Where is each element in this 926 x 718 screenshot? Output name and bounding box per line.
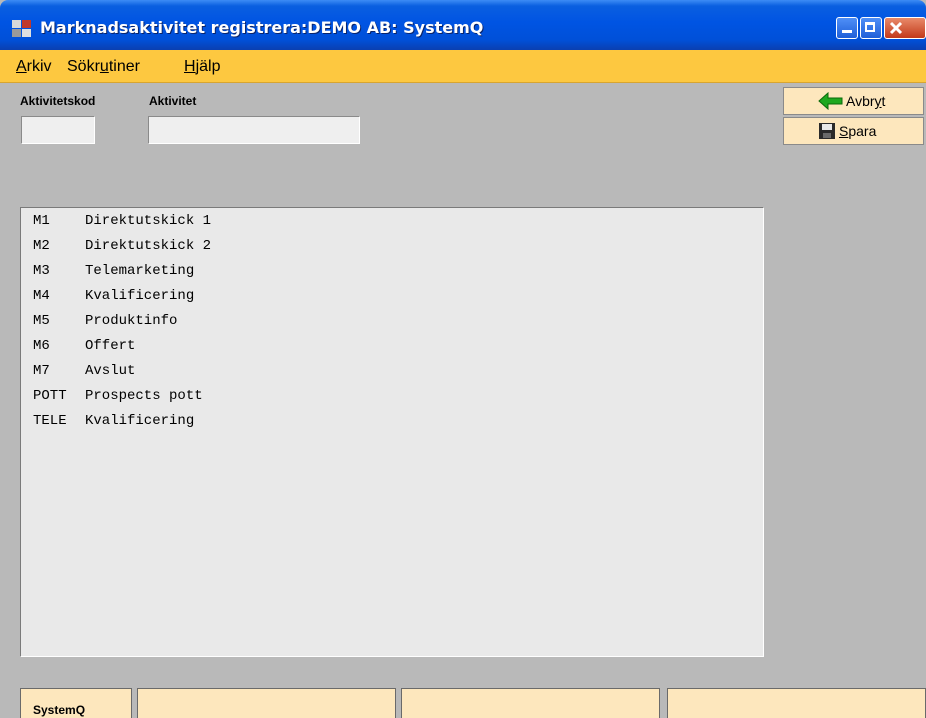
list-item-name: Direktutskick 2 — [85, 238, 212, 254]
list-item-code: M6 — [33, 338, 50, 354]
activity-label: Aktivitet — [149, 94, 197, 108]
list-item[interactable]: M6 Offert — [33, 338, 135, 362]
status-cell-3 — [401, 688, 660, 718]
list-item-code: M2 — [33, 238, 50, 254]
list-item-code: TELE — [33, 413, 67, 429]
status-cell-2 — [137, 688, 396, 718]
menu-hjalp[interactable]: Hjälp — [184, 58, 220, 76]
status-cell-app-label: SystemQ — [33, 703, 86, 717]
menu-bar: Arkiv Sökrutiner Hjälp — [0, 50, 926, 83]
maximize-icon — [865, 22, 875, 32]
menu-hjalp-label: jälp — [195, 58, 221, 75]
list-item-code: POTT — [33, 388, 67, 404]
maximize-button[interactable] — [860, 17, 882, 39]
list-item-name: Kvalificering — [85, 413, 195, 429]
list-item-name: Produktinfo — [85, 313, 178, 329]
list-item[interactable]: M1 Direktutskick 1 — [33, 213, 211, 237]
list-item-code: M4 — [33, 288, 50, 304]
list-item-name: Avslut — [85, 363, 136, 379]
list-item[interactable]: M2 Direktutskick 2 — [33, 238, 211, 262]
list-item-code: M5 — [33, 313, 50, 329]
menu-arkiv-label: rkiv — [26, 58, 52, 75]
minimize-button[interactable] — [836, 17, 858, 39]
activity-list[interactable]: M1 Direktutskick 1 M2 Direktutskick 2 M3 Tele… — [20, 207, 764, 657]
floppy-disk-icon — [819, 123, 835, 139]
list-item-name: Prospects pott — [85, 388, 203, 404]
list-item[interactable]: M7 Avslut — [33, 363, 135, 387]
menu-sokrutiner-label-b: tiner — [108, 58, 140, 75]
activity-code-input[interactable] — [21, 116, 95, 144]
save-button-label: Spara — [839, 123, 877, 139]
status-cell-app: SystemQ — [20, 688, 132, 718]
activity-code-label: Aktivitetskod — [20, 94, 96, 108]
status-bar: SystemQ — [0, 688, 926, 718]
app-window: Marknadsaktivitet registrera:DEMO AB: Sy… — [0, 0, 926, 718]
title-bar[interactable]: Marknadsaktivitet registrera:DEMO AB: Sy… — [0, 0, 926, 50]
minimize-icon — [842, 30, 852, 33]
close-icon — [889, 21, 903, 35]
back-arrow-icon — [818, 92, 843, 110]
list-item[interactable]: TELE Kvalificering — [33, 413, 194, 437]
menu-sokrutiner-label-a: Sökr — [67, 58, 100, 75]
menu-arkiv[interactable]: Arkiv — [16, 58, 52, 76]
list-item-code: M7 — [33, 363, 50, 379]
list-item-name: Telemarketing — [85, 263, 195, 279]
list-item-code: M3 — [33, 263, 50, 279]
menu-sokrutiner-mnemonic: u — [99, 58, 109, 75]
list-item[interactable]: POTT Prospects pott — [33, 388, 203, 412]
list-item[interactable]: M5 Produktinfo — [33, 313, 177, 337]
list-item[interactable]: M3 Telemarketing — [33, 263, 194, 287]
save-button[interactable]: Spara — [783, 117, 924, 145]
status-cell-4 — [667, 688, 926, 718]
activity-input[interactable] — [148, 116, 360, 144]
list-item-name: Kvalificering — [85, 288, 195, 304]
cancel-button[interactable]: Avbryt — [783, 87, 924, 115]
close-button[interactable] — [884, 17, 926, 39]
window-title: Marknadsaktivitet registrera:DEMO AB: Sy… — [40, 18, 484, 37]
list-item-name: Offert — [85, 338, 136, 354]
app-icon — [12, 20, 32, 38]
menu-sokrutiner[interactable]: Sökrutiner — [67, 58, 140, 76]
list-item[interactable]: M4 Kvalificering — [33, 288, 194, 312]
cancel-button-label: Avbryt — [846, 93, 886, 109]
list-item-code: M1 — [33, 213, 50, 229]
list-item-name: Direktutskick 1 — [85, 213, 212, 229]
